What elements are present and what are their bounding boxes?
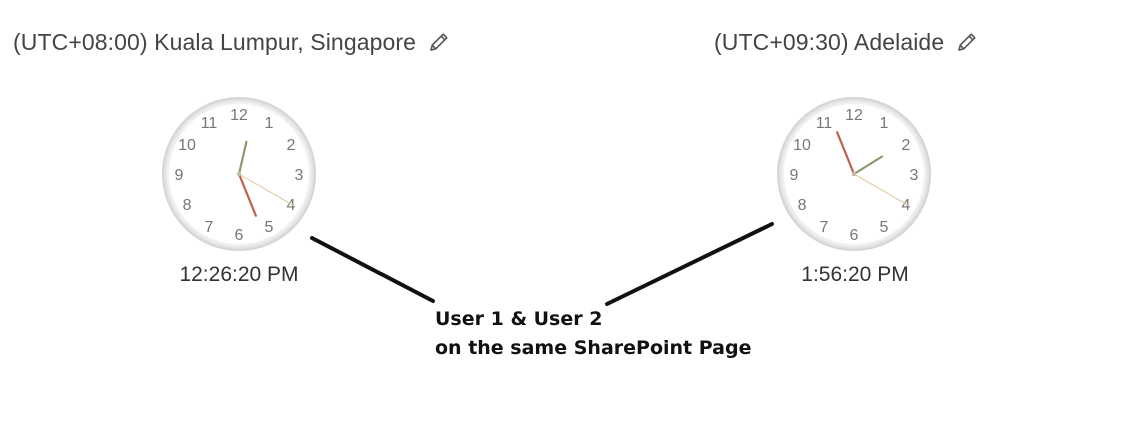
dial-number: 6 [850,227,859,244]
dial-number: 7 [205,219,214,236]
dial-number: 1 [265,115,274,132]
dial-number: 5 [880,219,889,236]
clock-center-pin [236,171,242,177]
pencil-icon [430,33,448,51]
dial-number: 10 [178,137,196,154]
analog-clock-adelaide: 12 1 2 3 4 5 6 7 8 9 10 11 [775,95,933,253]
dial-number: 10 [793,137,811,154]
dial-number: 9 [790,167,799,184]
analog-clock-kuala-lumpur: 12 1 2 3 4 5 6 7 8 9 10 11 [160,95,318,253]
callout-text: User 1 & User 2 on the same SharePoint P… [435,305,751,363]
clock-center-pin [851,171,857,177]
timezone-label: (UTC+08:00) Kuala Lumpur, Singapore [13,28,417,55]
dial-number: 2 [902,137,911,154]
dial-number: 11 [201,115,218,132]
dial-number: 6 [235,227,244,244]
clock-2-header: (UTC+09:30) Adelaide [714,26,980,58]
dial-number: 9 [175,167,184,184]
pencil-icon [958,33,976,51]
dial-number: 3 [295,167,304,184]
dial-number: 7 [820,219,829,236]
digital-time: 12:26:20 PM [179,263,299,286]
dial-number: 8 [798,197,807,214]
dial-number: 4 [287,197,296,214]
dial-number: 4 [902,197,911,214]
edit-timezone-button[interactable] [954,29,980,55]
dial-number: 8 [183,197,192,214]
clock-face-svg: 12 12 3 45 6 78 9 10 11 [162,97,316,251]
clock-1-header: (UTC+08:00) Kuala Lumpur, Singapore [13,26,452,58]
dial-number: 2 [287,137,296,154]
callout-line-2: on the same SharePoint Page [435,337,752,359]
digital-time: 1:56:20 PM [801,263,909,286]
callout-line-1: User 1 & User 2 [435,308,603,330]
timezone-label: (UTC+09:30) Adelaide [714,28,945,55]
edit-timezone-button[interactable] [426,29,452,55]
dial-number: 1 [880,115,889,132]
dial-number: 12 [230,107,248,124]
clock-face-svg: 12 12 3 45 6 78 9 10 11 [777,97,931,251]
dial-number: 11 [816,115,833,132]
dial-number: 12 [845,107,863,124]
dial-number: 3 [910,167,919,184]
dial-number: 5 [265,219,274,236]
